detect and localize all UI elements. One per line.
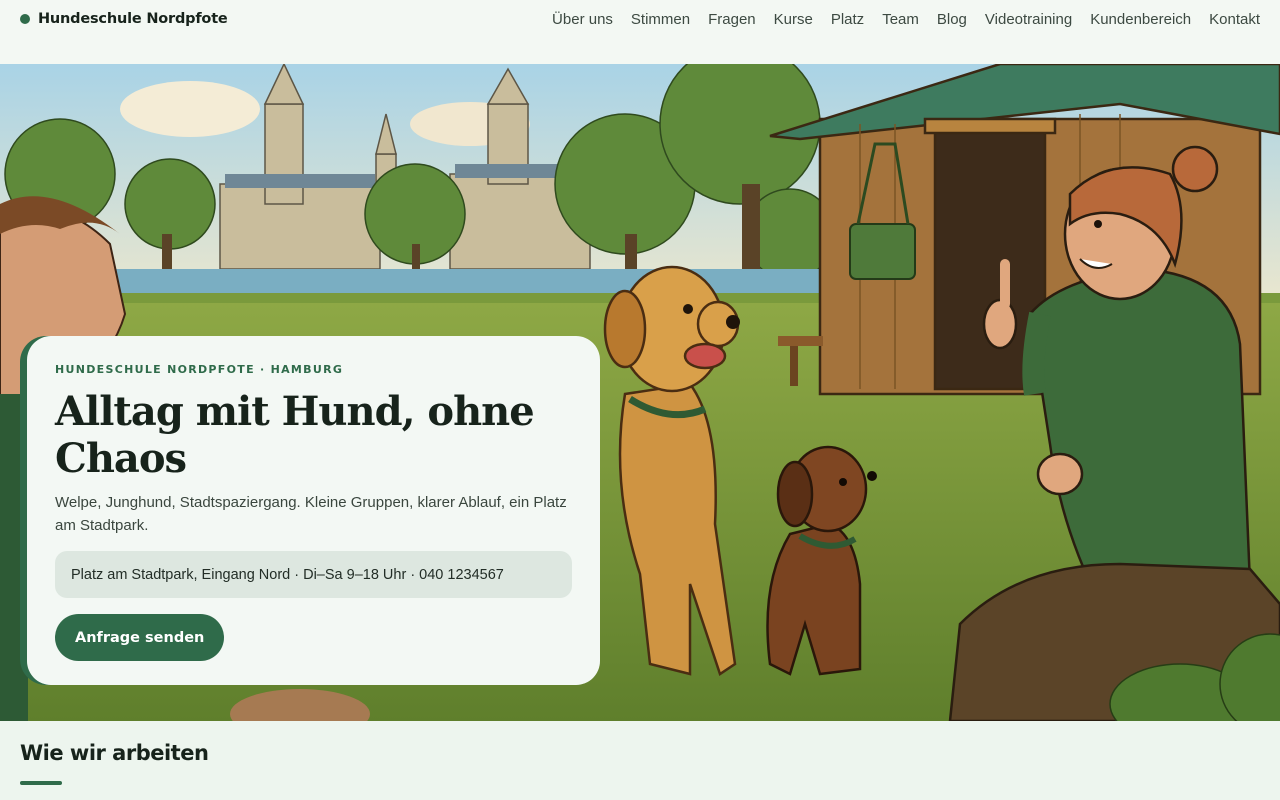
nav-item-platz[interactable]: Platz (831, 11, 864, 28)
location-hours-info: Platz am Stadtpark, Eingang Nord · Di–Sa… (55, 551, 572, 598)
logo-dot-icon (20, 14, 30, 24)
nav-item-kontakt[interactable]: Kontakt (1209, 11, 1260, 28)
nav-item-videotraining[interactable]: Videotraining (985, 11, 1072, 28)
site-header: Hundeschule Nordpfote Über uns Stimmen F… (0, 0, 1280, 64)
main-nav: Über uns Stimmen Fragen Kurse Platz Team… (552, 8, 1260, 30)
logo-text: Hundeschule Nordpfote (38, 11, 228, 27)
hero-title: Alltag mit Hund, ohne Chaos (55, 388, 535, 482)
how-we-work-section: Wie wir arbeiten (0, 721, 1280, 800)
nav-item-stimmen[interactable]: Stimmen (631, 11, 690, 28)
nav-item-ueber-uns[interactable]: Über uns (552, 11, 613, 28)
hero-subtitle: Welpe, Junghund, Stadtspaziergang. Klein… (55, 494, 567, 534)
request-button[interactable]: Anfrage senden (55, 614, 225, 661)
section-underline (20, 781, 62, 785)
hero-card: HUNDESCHULE NORDPFOTE · HAMBURG Alltag m… (27, 336, 600, 685)
hero-eyebrow: HUNDESCHULE NORDPFOTE · HAMBURG (55, 363, 344, 376)
nav-item-blog[interactable]: Blog (937, 11, 967, 28)
nav-item-fragen[interactable]: Fragen (708, 11, 756, 28)
section-title: Wie wir arbeiten (20, 741, 209, 765)
nav-item-kundenbereich[interactable]: Kundenbereich (1090, 11, 1191, 28)
nav-item-team[interactable]: Team (882, 11, 919, 28)
nav-item-kurse[interactable]: Kurse (774, 11, 813, 28)
logo[interactable]: Hundeschule Nordpfote (20, 8, 228, 30)
